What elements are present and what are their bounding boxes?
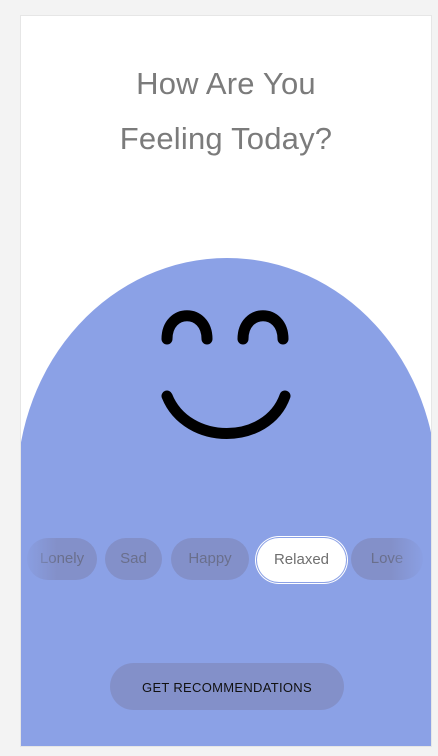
mood-chip-lonely[interactable]: Lonely	[27, 538, 97, 580]
mood-selector: Lonely Sad Happy Relaxed Love	[21, 538, 431, 582]
title-line-2: Feeling Today?	[119, 121, 333, 156]
mood-chip-happy[interactable]: Happy	[171, 538, 249, 580]
mood-screen: How Are You Feeling Today? Lonely Sad Ha…	[20, 15, 432, 747]
title-line-1: How Are You	[136, 66, 316, 101]
mood-chip-sad[interactable]: Sad	[105, 538, 162, 580]
mood-chip-love[interactable]: Love	[351, 538, 423, 580]
page-title: How Are You Feeling Today?	[21, 56, 431, 166]
get-recommendations-button[interactable]: GET RECOMMENDATIONS	[110, 663, 344, 710]
mood-chip-relaxed[interactable]: Relaxed	[258, 539, 345, 581]
